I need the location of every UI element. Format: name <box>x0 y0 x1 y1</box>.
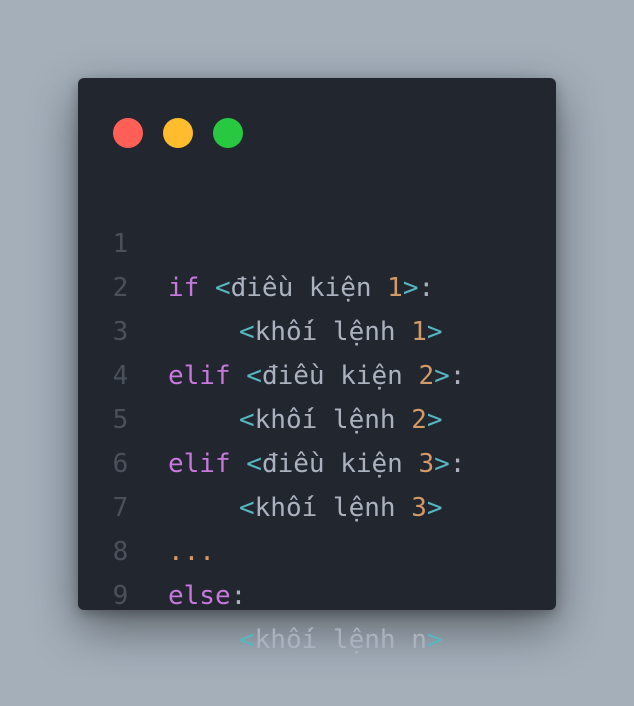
angle-close: > <box>426 625 443 655</box>
code-window: 1 if <điều kiện 1>: 2 <khối lệnh 1> 3 el… <box>78 78 556 655</box>
line-source: else: <box>168 574 246 618</box>
code-line: 2 <khối lệnh 1> <box>78 222 556 347</box>
line-number: 9 <box>112 581 129 611</box>
code-line: 6 <khối lệnh 3> <box>78 398 556 523</box>
code-block: 1 if <điều kiện 1>: 2 <khối lệnh 1> 3 el… <box>78 178 556 655</box>
block-text: khối lệnh n <box>254 625 427 655</box>
code-line: 8 else: <box>78 486 556 611</box>
code-line: 5 elif <điều kiện 3>: <box>78 354 556 479</box>
code-line: 9 <khối lệnh n> <box>78 530 556 655</box>
maximize-window-dot-icon[interactable] <box>213 118 243 148</box>
close-window-dot-icon[interactable] <box>113 118 143 148</box>
colon: : <box>230 581 247 611</box>
angle-open: < <box>239 625 255 655</box>
code-line: 1 if <điều kiện 1>: <box>78 178 556 303</box>
line-source: <khối lệnh n> <box>239 618 443 662</box>
minimize-window-dot-icon[interactable] <box>163 118 193 148</box>
keyword: else <box>168 581 231 611</box>
code-line: 3 elif <điều kiện 2>: <box>78 266 556 391</box>
code-line: 4 <khối lệnh 2> <box>78 310 556 435</box>
code-line: 7 ... <box>78 442 556 567</box>
